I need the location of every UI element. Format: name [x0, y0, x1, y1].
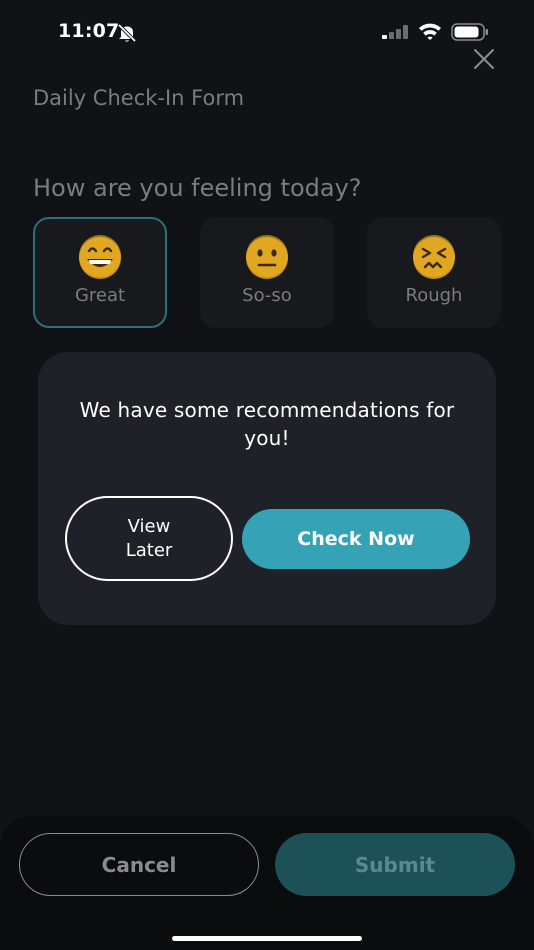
- status-bar: 11:07: [0, 0, 534, 64]
- home-indicator[interactable]: [172, 936, 362, 941]
- neutral-face-icon: [246, 235, 288, 279]
- page-title: Daily Check-In Form: [33, 86, 245, 110]
- screen: 11:07 Daily Check-In Form How are you fe…: [0, 0, 534, 950]
- signal-icon: [382, 25, 408, 39]
- cancel-label: Cancel: [101, 852, 177, 877]
- battery-icon: [451, 23, 488, 41]
- mood-option-so-so[interactable]: So-so: [200, 217, 334, 328]
- view-later-button[interactable]: View Later: [65, 496, 233, 581]
- cancel-button[interactable]: Cancel: [19, 833, 259, 896]
- submit-button[interactable]: Submit: [275, 833, 515, 896]
- mood-label: So-so: [242, 285, 292, 306]
- wifi-icon: [419, 23, 441, 40]
- grinning-face-icon: [79, 235, 121, 279]
- confounded-face-icon: [413, 235, 455, 279]
- check-now-button[interactable]: Check Now: [242, 509, 470, 569]
- view-later-label: View Later: [125, 515, 173, 561]
- mood-label: Great: [74, 285, 126, 306]
- modal-message: We have some recommendations for you!: [79, 398, 455, 450]
- recommendation-modal: We have some recommendations for you! Vi…: [38, 352, 496, 625]
- bell-slash-icon: [117, 23, 137, 43]
- mood-question: How are you feeling today?: [33, 174, 362, 202]
- submit-label: Submit: [354, 852, 436, 877]
- mood-option-great[interactable]: Great: [33, 217, 167, 328]
- check-now-label: Check Now: [297, 528, 415, 550]
- close-icon[interactable]: [470, 45, 498, 73]
- status-time: 11:07: [58, 20, 120, 42]
- mood-label: Rough: [405, 285, 463, 306]
- mood-option-rough[interactable]: Rough: [367, 217, 501, 328]
